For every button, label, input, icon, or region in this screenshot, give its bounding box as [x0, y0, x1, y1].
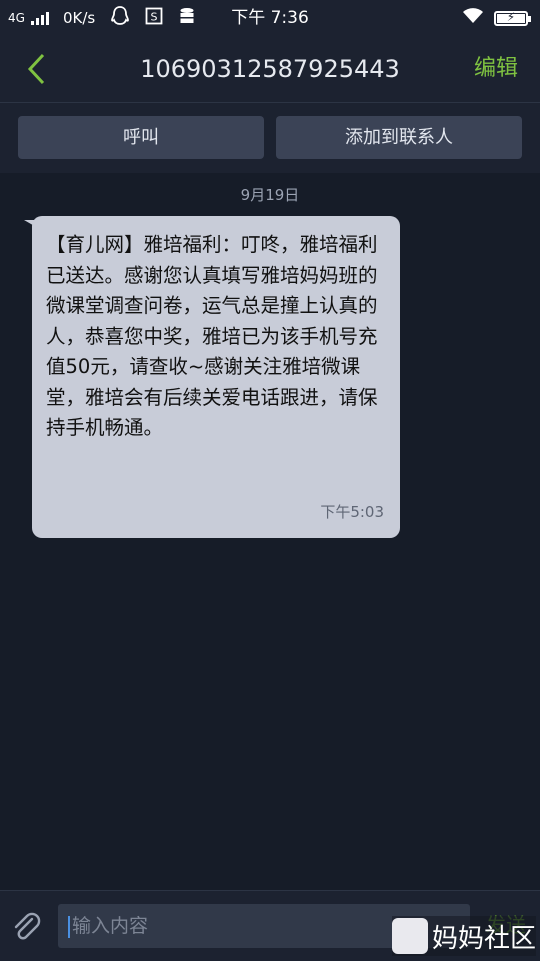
date-separator: 9月19日 — [240, 186, 300, 204]
add-contact-button[interactable]: 添加到联系人 — [276, 116, 522, 159]
watermark: 妈妈社区 — [391, 916, 536, 956]
attach-button[interactable] — [8, 909, 44, 945]
status-bar: 4G 0K/s S 下午 7:36 ⚡ — [0, 0, 540, 36]
watermark-logo — [391, 918, 428, 954]
edit-button[interactable]: 编辑 — [474, 36, 518, 102]
watermark-text: 妈妈社区 — [431, 923, 536, 954]
call-button[interactable]: 呼叫 — [18, 116, 264, 159]
message-bubble[interactable]: 【育儿网】雅培福利：叮咚，雅培福利已送达。感谢您认真填写雅培妈妈班的微课堂调查问… — [32, 216, 400, 538]
paperclip-icon — [14, 912, 41, 940]
message-time: 下午5:03 — [320, 503, 384, 521]
input-placeholder: 输入内容 — [72, 915, 149, 937]
wifi-icon — [462, 8, 484, 28]
action-bar: 呼叫 添加到联系人 — [0, 103, 540, 173]
battery-icon: ⚡ — [494, 10, 531, 26]
page-title: 10690312587925443 — [140, 55, 400, 83]
clock: 下午 7:36 — [231, 8, 309, 28]
title-bar: 10690312587925443 编辑 — [0, 36, 540, 103]
message-text: 【育儿网】雅培福利：叮咚，雅培福利已送达。感谢您认真填写雅培妈妈班的微课堂调查问… — [46, 233, 378, 439]
text-cursor — [68, 915, 70, 938]
